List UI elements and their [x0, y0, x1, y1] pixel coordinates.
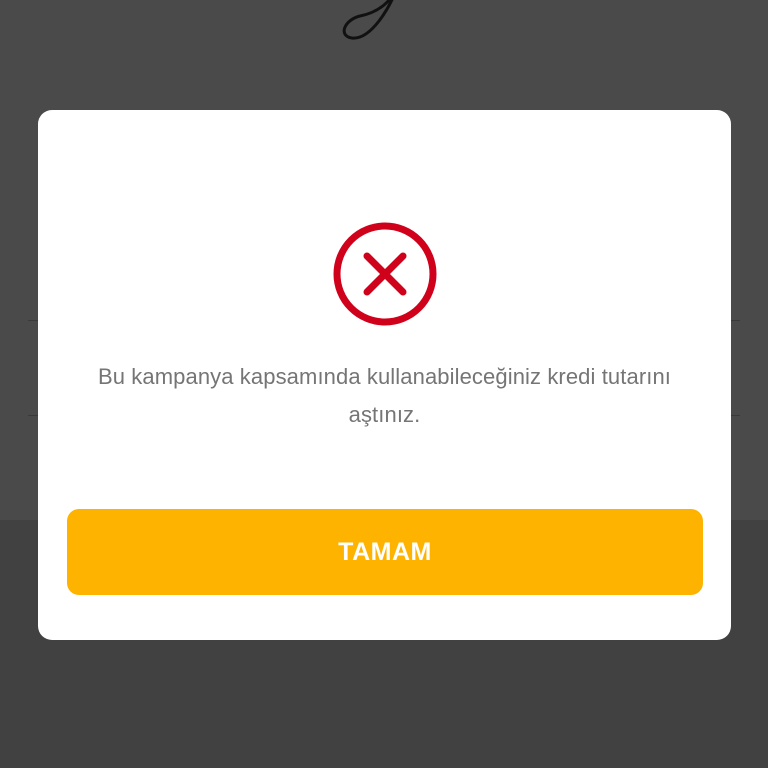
alert-dialog: Bu kampanya kapsamında kullanabileceğini…: [38, 110, 731, 640]
error-x-circle-icon: [333, 222, 437, 326]
dialog-message: Bu kampanya kapsamında kullanabileceğini…: [97, 364, 672, 427]
screen: Bu kampanya kapsamında kullanabileceğini…: [0, 0, 768, 768]
confirm-button[interactable]: TAMAM: [67, 509, 703, 595]
logo-signature-icon: [342, 0, 394, 40]
